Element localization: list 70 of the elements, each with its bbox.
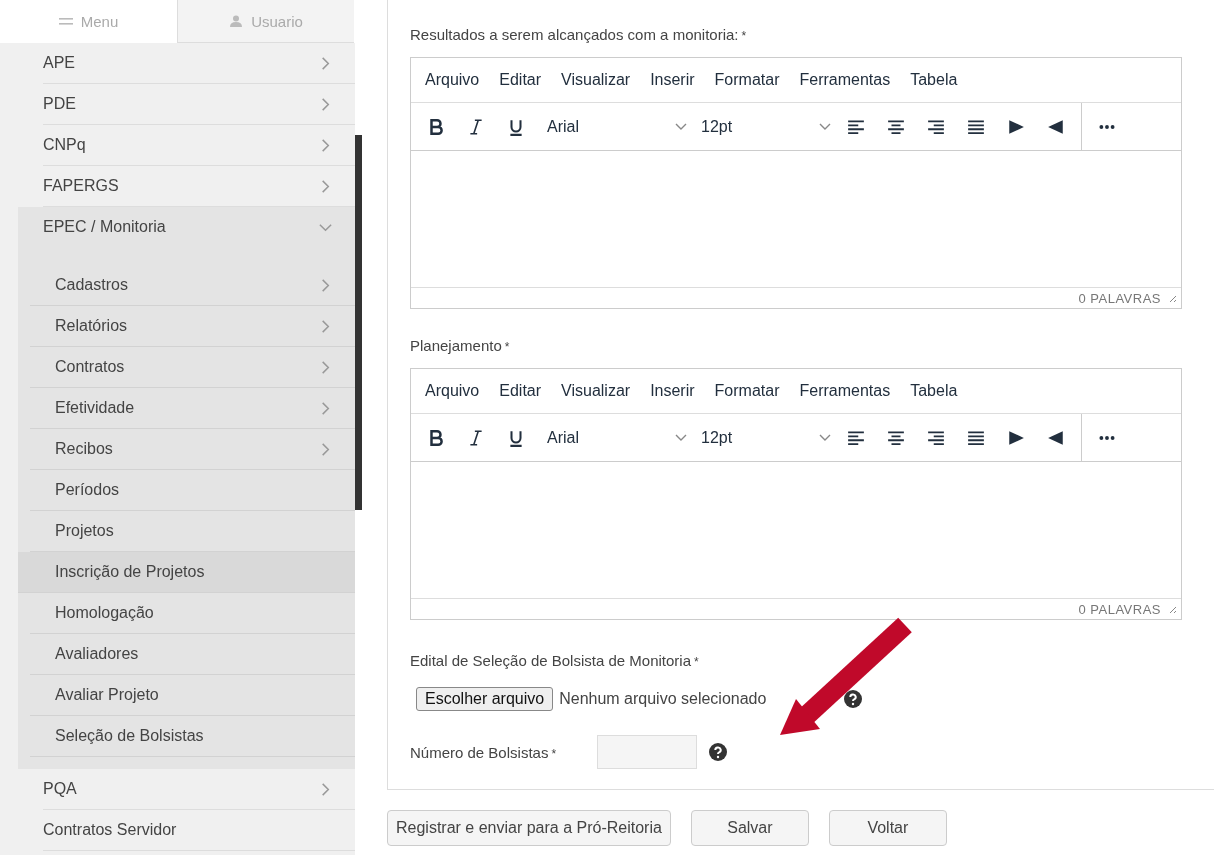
editor-menu-item[interactable]: Ferramentas [799, 382, 891, 400]
field-label: Edital de Seleção de Bolsista de Monitoria * [410, 652, 700, 669]
align-center-icon[interactable] [887, 117, 905, 136]
sidebar-item[interactable]: Contratos Servidor [43, 810, 355, 851]
align-left-icon[interactable] [847, 117, 865, 136]
field-label: Resultados a serem alcançados com a monitoria: * [410, 26, 748, 43]
align-left-icon[interactable] [847, 428, 865, 447]
resize-handle-icon[interactable] [1167, 604, 1177, 614]
align-right-icon[interactable] [927, 428, 945, 447]
sidebar-item[interactable]: Inscrição de Projetos [18, 552, 355, 593]
help-icon[interactable] [709, 743, 727, 761]
editor-menu-item[interactable]: Tabela [910, 382, 958, 400]
editor-menu-item[interactable]: Arquivo [425, 71, 480, 89]
sidebar-item[interactable]: Homologação [30, 593, 355, 634]
chevron-down-icon [819, 122, 831, 131]
font-select[interactable]: Arial [547, 428, 687, 447]
help-icon[interactable] [844, 690, 863, 708]
justify-icon[interactable] [967, 428, 985, 447]
rtl-icon[interactable] [1047, 117, 1065, 136]
action-button[interactable]: Voltar [828, 810, 947, 846]
number-input[interactable] [597, 735, 697, 769]
align-center-icon[interactable] [887, 428, 905, 447]
ltr-icon[interactable] [1007, 428, 1025, 447]
editor-menu-item[interactable]: Inserir [650, 382, 695, 400]
word-count: 0 PALAVRAS [1078, 601, 1161, 617]
chevron-down-icon [819, 433, 831, 442]
editor-menu-item[interactable]: Tabela [910, 71, 958, 89]
sidebar-item[interactable]: Avaliadores [30, 634, 355, 675]
choose-file-button[interactable]: Escolher arquivo [416, 687, 554, 711]
editor-menu-item[interactable]: Ferramentas [799, 71, 891, 89]
sidebar-item[interactable]: CNPq [43, 125, 355, 166]
editor-menu-item[interactable]: Inserir [650, 71, 695, 89]
resize-handle-icon[interactable] [1167, 293, 1177, 303]
scrollbar[interactable] [355, 135, 362, 510]
sidebar-item[interactable]: PQA [43, 769, 355, 810]
editor-menu-item[interactable]: Formatar [714, 382, 780, 400]
sidebar-item[interactable]: EPEC / Monitoria [18, 207, 355, 247]
editor-menu-item[interactable]: Visualizar [561, 382, 631, 400]
user-icon [229, 15, 244, 27]
italic-icon[interactable] [467, 428, 485, 447]
underline-icon[interactable] [507, 117, 525, 136]
justify-icon[interactable] [967, 117, 985, 136]
action-button[interactable]: Registrar e enviar para a Pró-Reitoria [387, 810, 671, 846]
menu-icon [58, 15, 73, 28]
italic-icon[interactable] [467, 117, 485, 136]
editor-menu-item[interactable]: Editar [499, 71, 542, 89]
ltr-icon[interactable] [1007, 117, 1025, 136]
chevron-down-icon [675, 122, 687, 131]
font-select[interactable]: Arial [547, 117, 687, 136]
file-status: Nenhum arquivo selecionado [559, 690, 768, 708]
action-button[interactable]: Salvar [690, 810, 809, 846]
editor-menu-item[interactable]: Formatar [714, 71, 780, 89]
bold-icon[interactable] [427, 428, 445, 447]
sidebar-item[interactable]: Seleção de Bolsistas [30, 716, 355, 757]
bold-icon[interactable] [427, 117, 445, 136]
field-label: Planejamento * [410, 337, 511, 354]
editor-menu-item[interactable]: Visualizar [561, 71, 631, 89]
word-count: 0 PALAVRAS [1078, 290, 1161, 306]
font-size-select[interactable]: 12pt [701, 428, 831, 447]
sidebar-item[interactable]: Avaliar Projeto [30, 675, 355, 716]
editor-menu-item[interactable]: Editar [499, 382, 542, 400]
font-size-select[interactable]: 12pt [701, 117, 831, 136]
align-right-icon[interactable] [927, 117, 945, 136]
sidebar-item[interactable]: PDE [43, 84, 355, 125]
field-label: Número de Bolsistas * [410, 743, 558, 761]
chevron-down-icon [675, 433, 687, 442]
rtl-icon[interactable] [1047, 428, 1065, 447]
sidebar-item[interactable]: APE [43, 43, 355, 84]
editor-menu-item[interactable]: Arquivo [425, 382, 480, 400]
underline-icon[interactable] [507, 428, 525, 447]
